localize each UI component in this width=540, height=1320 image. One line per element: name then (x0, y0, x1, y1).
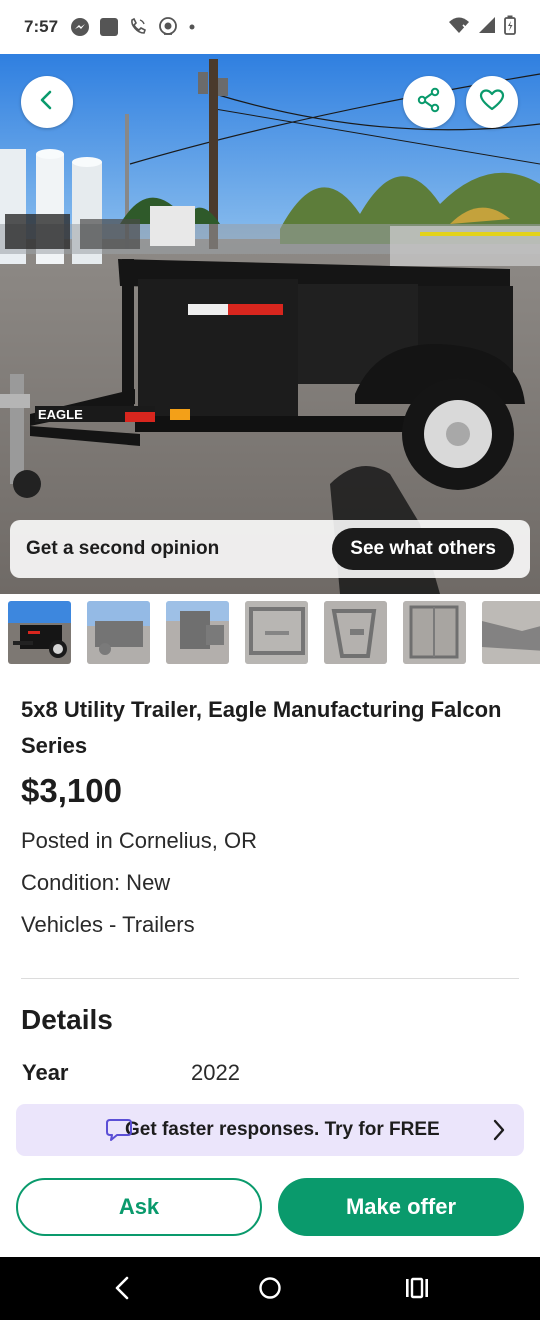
listing-category[interactable]: Vehicles - Trailers (21, 904, 521, 946)
trailer-brand-text: EAGLE (38, 407, 83, 422)
listing-location[interactable]: Posted in Cornelius, OR (21, 820, 521, 862)
thumbnail-3[interactable] (166, 601, 229, 664)
faster-responses-banner[interactable]: Get faster responses. Try for FREE (16, 1104, 524, 1156)
listing-photo[interactable]: EAGLE Get a second opinion See what othe… (0, 54, 540, 594)
messenger-icon (70, 17, 90, 37)
trailer-photo: EAGLE (0, 54, 540, 594)
listing-price: $3,100 (21, 772, 122, 809)
make-offer-button[interactable]: Make offer (278, 1178, 524, 1236)
chevron-left-icon (36, 89, 58, 116)
thumbnail-6[interactable] (403, 601, 466, 664)
thumbnail-2[interactable] (87, 601, 150, 664)
back-button[interactable] (21, 76, 73, 128)
details-heading: Details (21, 1004, 113, 1035)
second-opinion-text: Get a second opinion (26, 538, 220, 559)
battery-icon (504, 15, 516, 40)
heart-icon (479, 88, 505, 117)
signal-icon (478, 16, 496, 39)
wifi-icon (448, 16, 470, 39)
system-nav-bar (0, 1257, 540, 1320)
nav-back-icon[interactable] (112, 1275, 134, 1306)
thumbnail-4[interactable] (245, 601, 308, 664)
square-app-icon (100, 18, 119, 36)
nav-recents-icon[interactable] (404, 1275, 430, 1306)
status-bar: 7:57 (0, 0, 540, 54)
thumbnail-7[interactable] (482, 601, 540, 664)
share-icon (416, 87, 442, 118)
ask-button[interactable]: Ask (16, 1178, 262, 1236)
listing-title: 5x8 Utility Trailer, Eagle Manufacturing… (21, 697, 502, 758)
thumbnail-1[interactable] (8, 601, 71, 664)
thumbnail-5[interactable] (324, 601, 387, 664)
nav-home-icon[interactable] (258, 1275, 282, 1306)
globe-app-icon (158, 17, 178, 37)
favorite-button[interactable] (466, 76, 518, 128)
chat-bubble-icon (106, 1118, 132, 1147)
second-opinion-banner: Get a second opinion See what others (10, 520, 530, 578)
share-button[interactable] (403, 76, 455, 128)
faster-responses-text: Get faster responses. Try for FREE (125, 1119, 440, 1140)
thumbnail-strip[interactable] (8, 601, 540, 665)
chevron-right-icon (492, 1119, 506, 1146)
detail-year-value: 2022 (191, 1060, 240, 1085)
detail-year-label: Year (22, 1060, 69, 1085)
wifi-call-icon (128, 17, 148, 37)
see-what-others-button[interactable]: See what others (332, 528, 514, 570)
status-time: 7:57 (24, 17, 59, 36)
section-divider (21, 978, 519, 979)
dot-icon (188, 23, 196, 31)
listing-info: 5x8 Utility Trailer, Eagle Manufacturing… (21, 692, 521, 946)
listing-condition: Condition: New (21, 870, 171, 895)
